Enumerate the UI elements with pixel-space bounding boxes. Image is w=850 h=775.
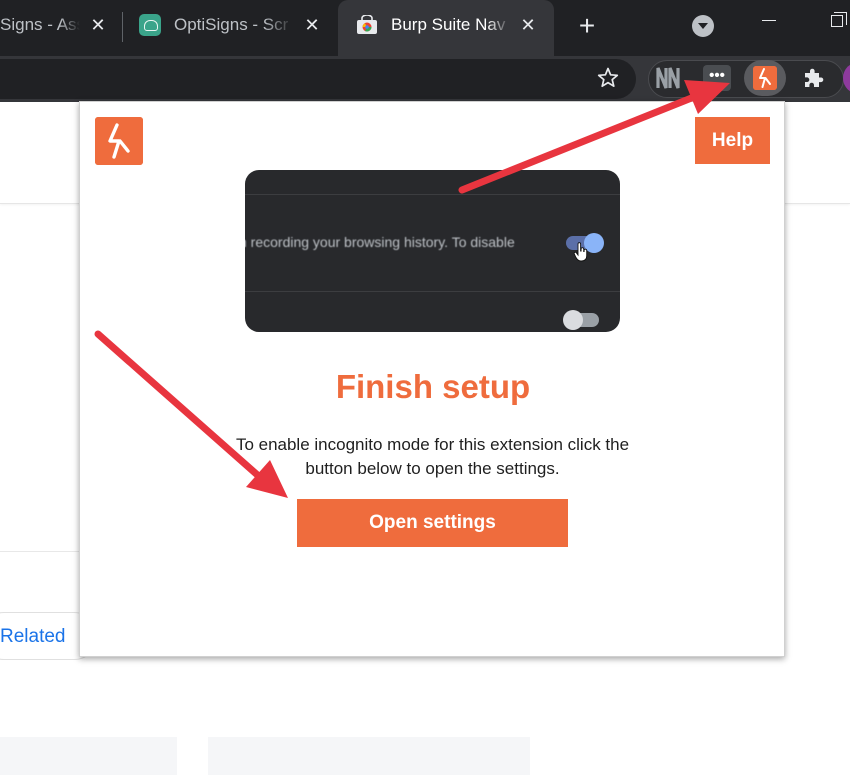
minimize-icon[interactable]: [762, 20, 776, 21]
close-icon[interactable]: ✕: [88, 15, 108, 36]
related-link[interactable]: Related: [0, 626, 66, 648]
tab-title: OptiSigns - Scr: [174, 15, 289, 34]
address-bar[interactable]: [0, 59, 636, 99]
tab-optisigns[interactable]: OptiSigns - Scr ✕: [125, 0, 335, 56]
nn-extension-icon[interactable]: [655, 64, 683, 92]
preview-divider: [245, 194, 620, 195]
help-button[interactable]: Help: [695, 117, 770, 164]
finish-setup-title: Finish setup: [335, 368, 531, 405]
close-icon[interactable]: ✕: [518, 15, 538, 36]
page-card: [208, 737, 530, 775]
tab-strip: Signs - Ass ✕ OptiSigns - Scr ✕ Burp Sui…: [0, 0, 850, 56]
burp-logo-icon: [95, 117, 143, 165]
restore-window-icon[interactable]: [831, 12, 847, 27]
preview-text: n recording your browsing history. To di…: [245, 234, 515, 250]
tab-signs[interactable]: Signs - Ass ✕: [0, 0, 120, 56]
tab-search-icon[interactable]: [692, 15, 714, 37]
open-settings-button[interactable]: Open settings: [297, 499, 568, 547]
close-icon[interactable]: ✕: [302, 15, 322, 36]
puzzle-extensions-icon[interactable]: [801, 66, 825, 90]
tab-title: Burp Suite Nav: [391, 15, 506, 34]
hand-cursor-icon: [573, 242, 588, 262]
burp-extension-icon[interactable]: [753, 66, 777, 90]
incognito-setting-preview: n recording your browsing history. To di…: [245, 170, 620, 332]
burp-extension-popup: Help n recording your browsing history. …: [79, 101, 785, 657]
dots-extension-icon[interactable]: •••: [703, 65, 731, 91]
tab-separator: [122, 12, 123, 42]
preview-divider: [245, 291, 620, 292]
page-card: [0, 737, 177, 775]
page-divider: [0, 551, 80, 552]
setup-description: To enable incognito mode for this extens…: [235, 435, 630, 478]
star-icon[interactable]: [596, 66, 620, 90]
new-tab-button[interactable]: +: [574, 11, 600, 41]
tab-burp-suite[interactable]: Burp Suite Nav ✕: [338, 0, 554, 56]
toggle-off-icon: [563, 310, 599, 330]
tab-title: Signs - Ass: [0, 15, 80, 34]
optisigns-favicon-icon: [139, 14, 161, 36]
chrome-web-store-icon: [357, 15, 377, 34]
